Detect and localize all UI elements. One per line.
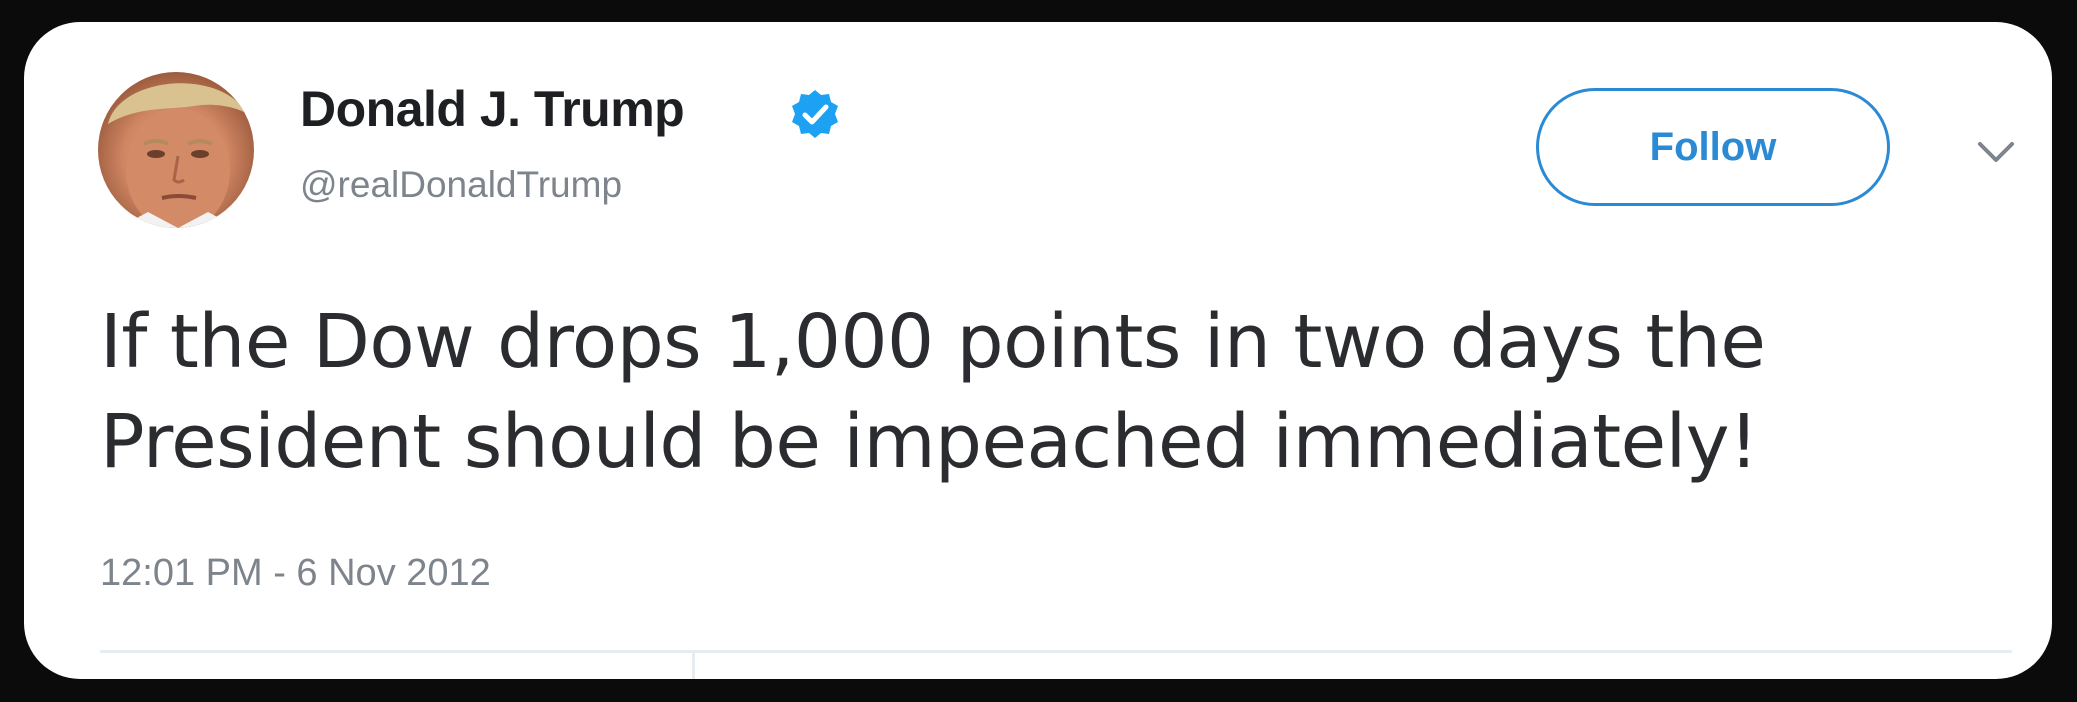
follow-button[interactable]: Follow [1536, 88, 1890, 206]
avatar-image [108, 83, 248, 228]
tweet-timestamp[interactable]: 12:01 PM - 6 Nov 2012 [100, 552, 491, 595]
screenshot-frame: Donald J. Trump @realDonaldTrump Follow … [0, 0, 2077, 702]
tweet-text-line: If the Dow drops 1,000 points in two day… [100, 299, 1766, 385]
verified-badge-icon [792, 90, 838, 138]
divider [100, 650, 2012, 653]
chevron-down-icon[interactable] [1976, 138, 2016, 166]
author-handle[interactable]: @realDonaldTrump [300, 164, 622, 206]
divider [692, 650, 695, 679]
tweet-card: Donald J. Trump @realDonaldTrump Follow … [24, 22, 2052, 679]
author-display-name[interactable]: Donald J. Trump [300, 80, 685, 138]
tweet-text: If the Dow drops 1,000 points in two day… [100, 292, 2020, 492]
tweet-text-line: President should be impeached immediatel… [100, 399, 1759, 485]
avatar[interactable] [98, 72, 254, 228]
